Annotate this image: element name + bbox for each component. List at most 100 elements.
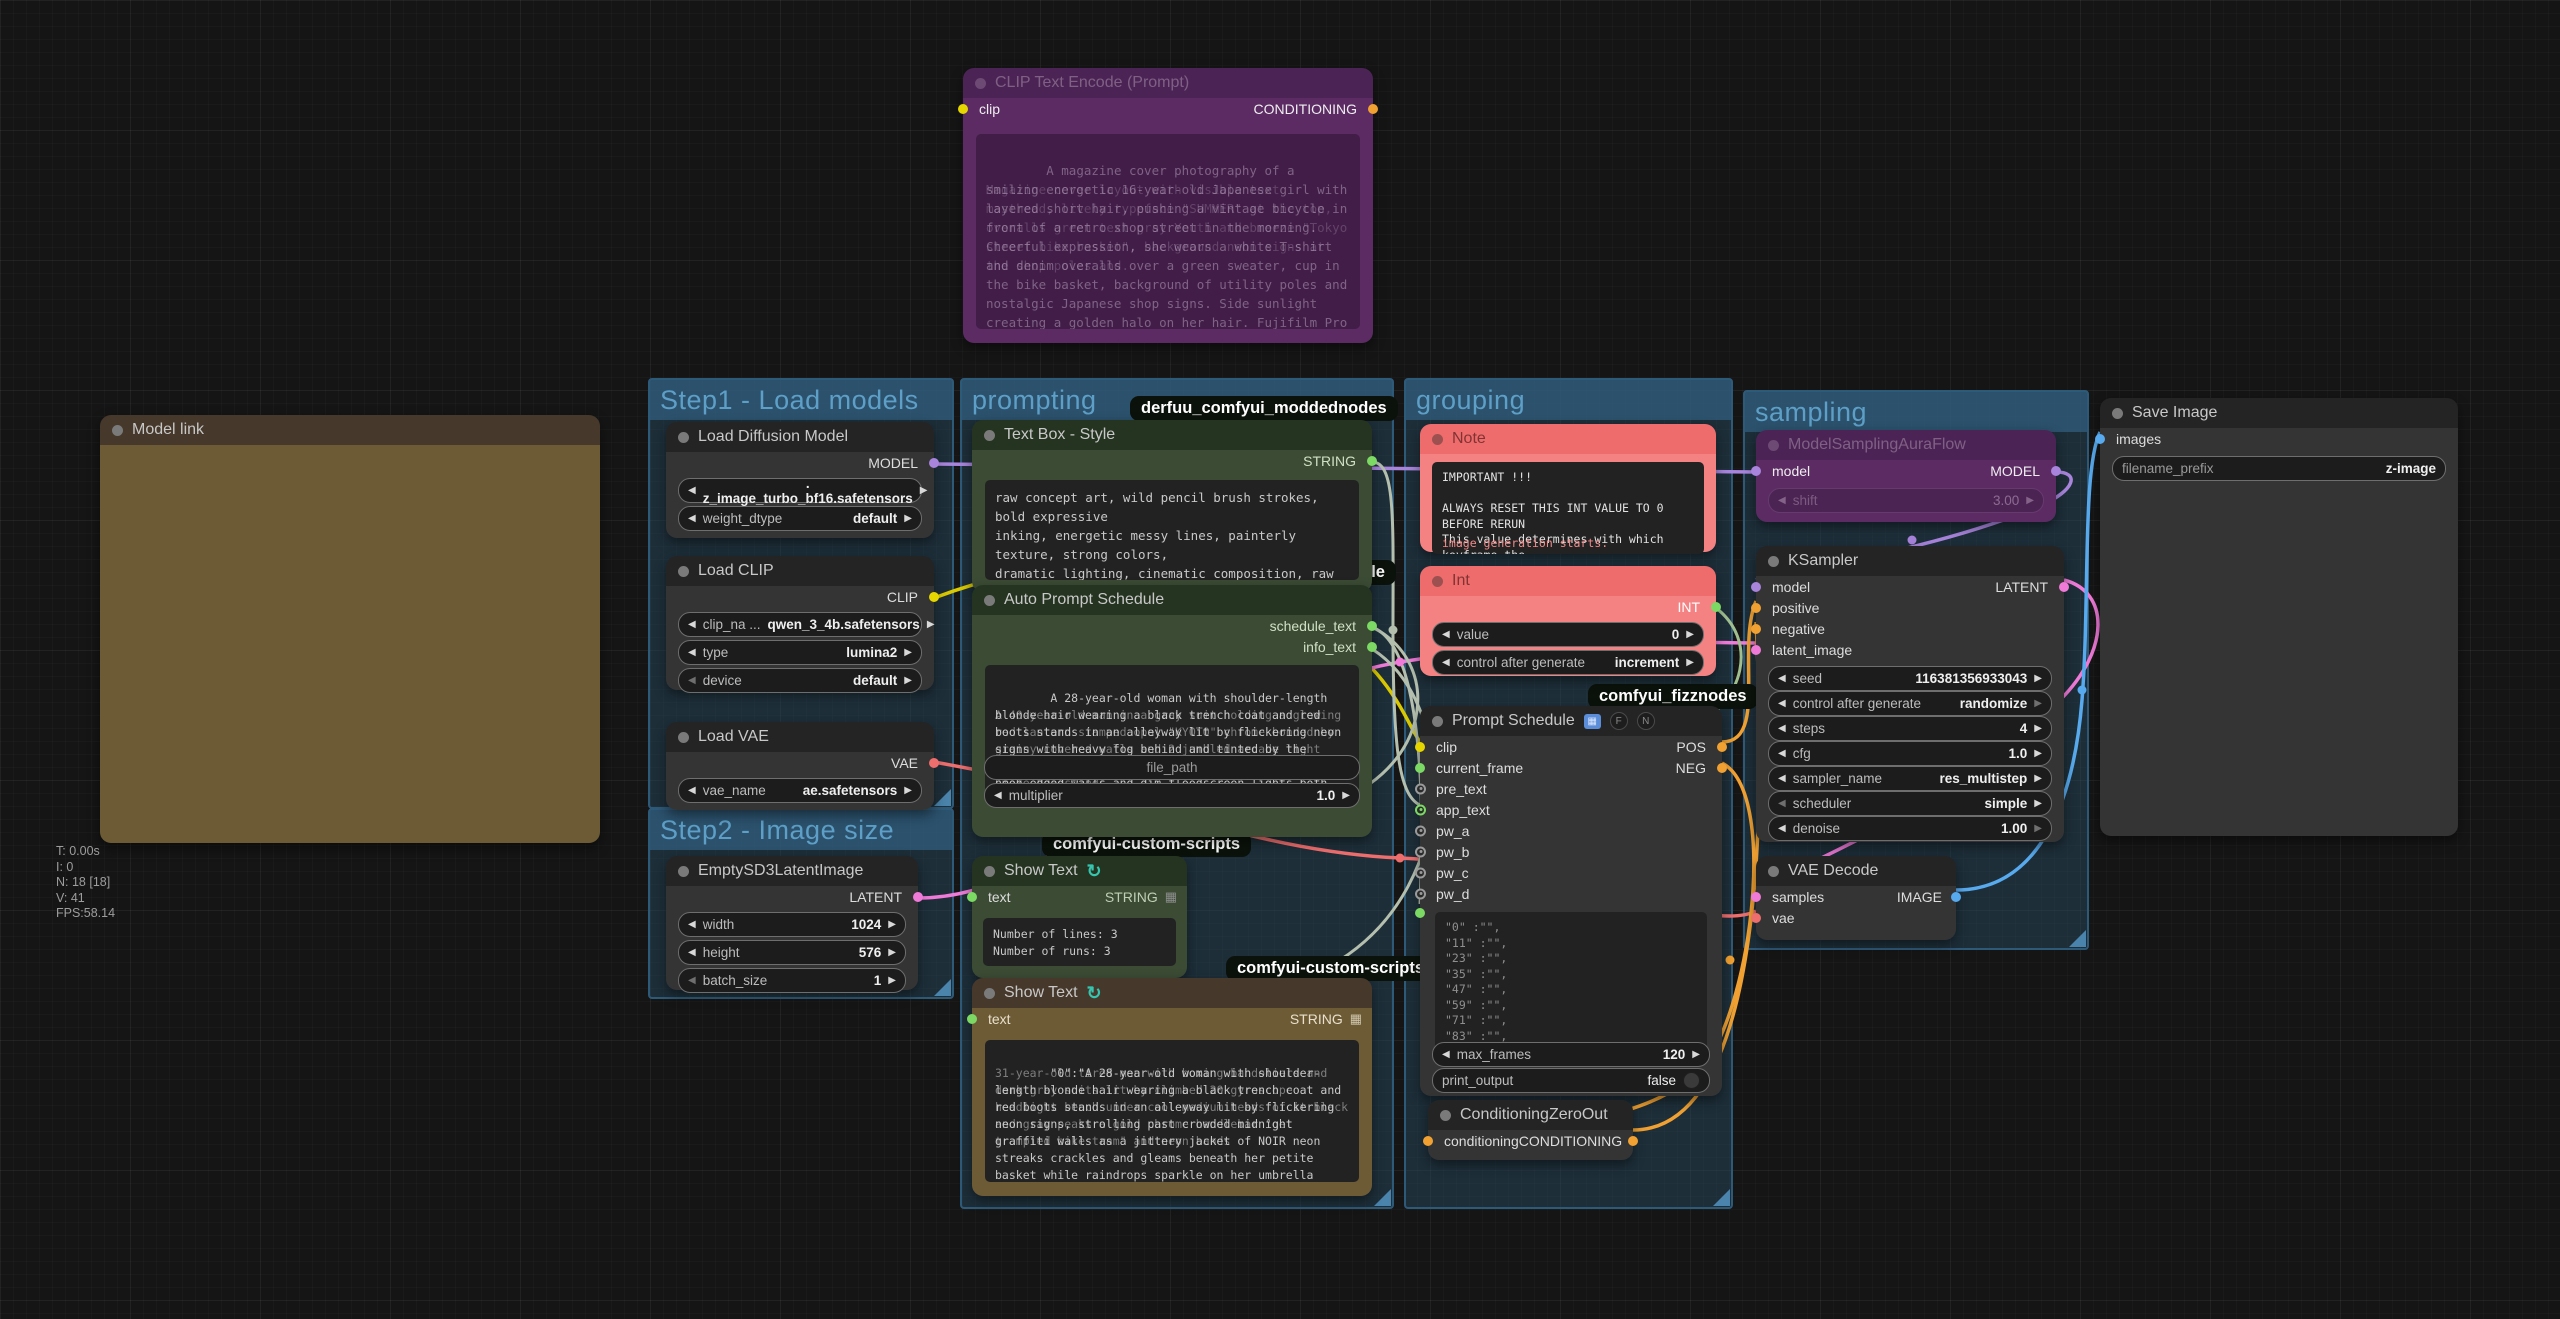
node-titlebar[interactable]: Prompt Schedule ▦ F N: [1420, 706, 1722, 736]
link-dot[interactable]: [1396, 658, 1405, 667]
show-text-output[interactable]: Number of lines: 3 Number of runs: 3: [983, 918, 1176, 966]
node-titlebar[interactable]: ConditioningZeroOut: [1428, 1100, 1633, 1130]
link-dot[interactable]: [1726, 956, 1735, 965]
input-port-latent-image[interactable]: [1751, 645, 1761, 655]
batch-size-stepper[interactable]: ◀ batch_size 1 ▶: [678, 968, 906, 993]
right-arrow-icon[interactable]: ▶: [2034, 773, 2042, 784]
clip-name-combo[interactable]: ◀ clip_na ... qwen_3_4b.safetensors ▶: [678, 612, 922, 637]
file-path-input[interactable]: file_path: [984, 755, 1360, 780]
right-arrow-icon[interactable]: ▶: [920, 485, 928, 496]
node-model-sampling-auraflow[interactable]: ModelSamplingAuraFlow model MODEL ◀ shif…: [1756, 430, 2056, 522]
node-prompt-schedule[interactable]: Prompt Schedule ▦ F N clip POS current_f…: [1420, 706, 1722, 1096]
node-clip-text-encode[interactable]: CLIP Text Encode (Prompt) clip CONDITION…: [963, 68, 1373, 343]
collapse-dot-icon[interactable]: [984, 595, 995, 606]
input-port-pw-b[interactable]: [1415, 846, 1426, 857]
node-empty-sd3-latent[interactable]: EmptySD3LatentImage LATENT ◀ width 1024 …: [666, 856, 918, 990]
left-arrow-icon[interactable]: ◀: [688, 785, 696, 796]
node-save-image[interactable]: Save Image images filename_prefix z-imag…: [2100, 398, 2458, 836]
output-port-model[interactable]: [2051, 466, 2061, 476]
node-titlebar[interactable]: Int: [1420, 566, 1716, 596]
left-arrow-icon[interactable]: ◀: [1778, 748, 1786, 759]
collapse-dot-icon[interactable]: [2112, 408, 2123, 419]
output-port-vae[interactable]: [929, 758, 939, 768]
control-after-generate-combo[interactable]: ◀ control after generate increment ▶: [1432, 650, 1704, 675]
right-arrow-icon[interactable]: ▶: [2034, 748, 2042, 759]
left-arrow-icon[interactable]: ◀: [1778, 495, 1786, 506]
link-dot[interactable]: [1396, 854, 1405, 863]
input-port-conditioning[interactable]: [1423, 1136, 1433, 1146]
input-port-pre-text[interactable]: [1415, 783, 1426, 794]
input-port-text[interactable]: [967, 892, 977, 902]
collapse-dot-icon[interactable]: [984, 430, 995, 441]
left-arrow-icon[interactable]: ◀: [1442, 629, 1450, 640]
right-arrow-icon[interactable]: ▶: [1342, 790, 1350, 801]
filename-prefix-input[interactable]: filename_prefix z-image: [2112, 456, 2446, 481]
right-arrow-icon[interactable]: ▶: [2034, 723, 2042, 734]
node-titlebar[interactable]: Note: [1420, 424, 1716, 454]
max-frames-stepper[interactable]: ◀ max_frames 120 ▶: [1432, 1042, 1710, 1067]
input-port-model[interactable]: [1751, 466, 1761, 476]
show-text-output[interactable]: "0":"A 28-year-old woman with shoulder-l…: [985, 1040, 1359, 1182]
left-arrow-icon[interactable]: ◀: [1778, 723, 1786, 734]
output-port-info-text[interactable]: [1367, 642, 1377, 652]
right-arrow-icon[interactable]: ▶: [2034, 798, 2042, 809]
output-port-conditioning[interactable]: [1368, 104, 1378, 114]
node-titlebar[interactable]: Save Image: [2100, 398, 2458, 428]
left-arrow-icon[interactable]: ◀: [688, 919, 696, 930]
collapse-dot-icon[interactable]: [1440, 1110, 1451, 1121]
node-titlebar[interactable]: Show Text↻: [972, 978, 1372, 1008]
left-arrow-icon[interactable]: ◀: [688, 619, 696, 630]
input-port-images[interactable]: [2095, 434, 2105, 444]
right-arrow-icon[interactable]: ▶: [2034, 823, 2042, 834]
output-port-latent[interactable]: [2059, 582, 2069, 592]
output-port-image[interactable]: [1951, 892, 1961, 902]
input-port-samples[interactable]: [1751, 892, 1761, 902]
left-arrow-icon[interactable]: ◀: [1778, 673, 1786, 684]
prompt-textarea[interactable]: A magazine cover photography of a smilin…: [976, 134, 1360, 329]
left-arrow-icon[interactable]: ◀: [1778, 798, 1786, 809]
node-text-box-style[interactable]: Text Box - Style STRING raw concept art,…: [972, 420, 1372, 592]
print-output-toggle[interactable]: print_output false: [1432, 1068, 1710, 1093]
link-dot[interactable]: [1389, 626, 1398, 635]
collapse-dot-icon[interactable]: [678, 432, 689, 443]
node-titlebar[interactable]: CLIP Text Encode (Prompt): [963, 68, 1373, 98]
node-titlebar[interactable]: Load VAE: [666, 722, 934, 752]
input-port-current-frame[interactable]: [1415, 763, 1425, 773]
steps-stepper[interactable]: ◀ steps 4 ▶: [1768, 716, 2052, 741]
collapse-dot-icon[interactable]: [975, 78, 986, 89]
node-titlebar[interactable]: Auto Prompt Schedule: [972, 585, 1372, 615]
input-port-clip[interactable]: [1415, 742, 1425, 752]
input-port-text[interactable]: [967, 1014, 977, 1024]
right-arrow-icon[interactable]: ▶: [904, 785, 912, 796]
output-port-schedule-text[interactable]: [1367, 621, 1377, 631]
toggle-knob[interactable]: [1683, 1072, 1700, 1089]
left-arrow-icon[interactable]: ◀: [688, 647, 696, 658]
right-arrow-icon[interactable]: ▶: [1686, 657, 1694, 668]
input-port-positive[interactable]: [1751, 603, 1761, 613]
input-port-text[interactable]: [1415, 908, 1425, 918]
output-port-clip[interactable]: [929, 592, 939, 602]
input-port-app-text[interactable]: [1415, 804, 1426, 815]
collapse-dot-icon[interactable]: [678, 732, 689, 743]
left-arrow-icon[interactable]: ◀: [1442, 1049, 1450, 1060]
input-port-model[interactable]: [1751, 582, 1761, 592]
right-arrow-icon[interactable]: ▶: [2034, 673, 2042, 684]
node-titlebar[interactable]: VAE Decode: [1756, 856, 1956, 886]
node-load-vae[interactable]: Load VAE VAE ◀ vae_name ae.safetensors ▶: [666, 722, 934, 810]
input-port-negative[interactable]: [1751, 624, 1761, 634]
node-vae-decode[interactable]: VAE Decode samples IMAGE vae: [1756, 856, 1956, 940]
seed-stepper[interactable]: ◀ seed 116381356933043 ▶: [1768, 666, 2052, 691]
output-port-neg[interactable]: [1717, 763, 1727, 773]
weight-dtype-combo[interactable]: ◀ weight_dtype default ▶: [678, 506, 922, 531]
collapse-dot-icon[interactable]: [984, 866, 995, 877]
collapse-dot-icon[interactable]: [1768, 440, 1779, 451]
node-titlebar[interactable]: Text Box - Style: [972, 420, 1372, 450]
link-dot[interactable]: [2078, 686, 2087, 695]
node-show-text-2[interactable]: Show Text↻ text STRING ▦ "0":"A 28-year-…: [972, 978, 1372, 1196]
node-auto-prompt-schedule[interactable]: Auto Prompt Schedule schedule_text info_…: [972, 585, 1372, 837]
left-arrow-icon[interactable]: ◀: [688, 975, 696, 986]
node-titlebar[interactable]: Load Diffusion Model: [666, 422, 934, 452]
right-arrow-icon[interactable]: ▶: [2034, 698, 2042, 709]
node-titlebar[interactable]: Load CLIP: [666, 556, 934, 586]
multiplier-stepper[interactable]: ◀ multiplier 1.0 ▶: [984, 783, 1360, 808]
